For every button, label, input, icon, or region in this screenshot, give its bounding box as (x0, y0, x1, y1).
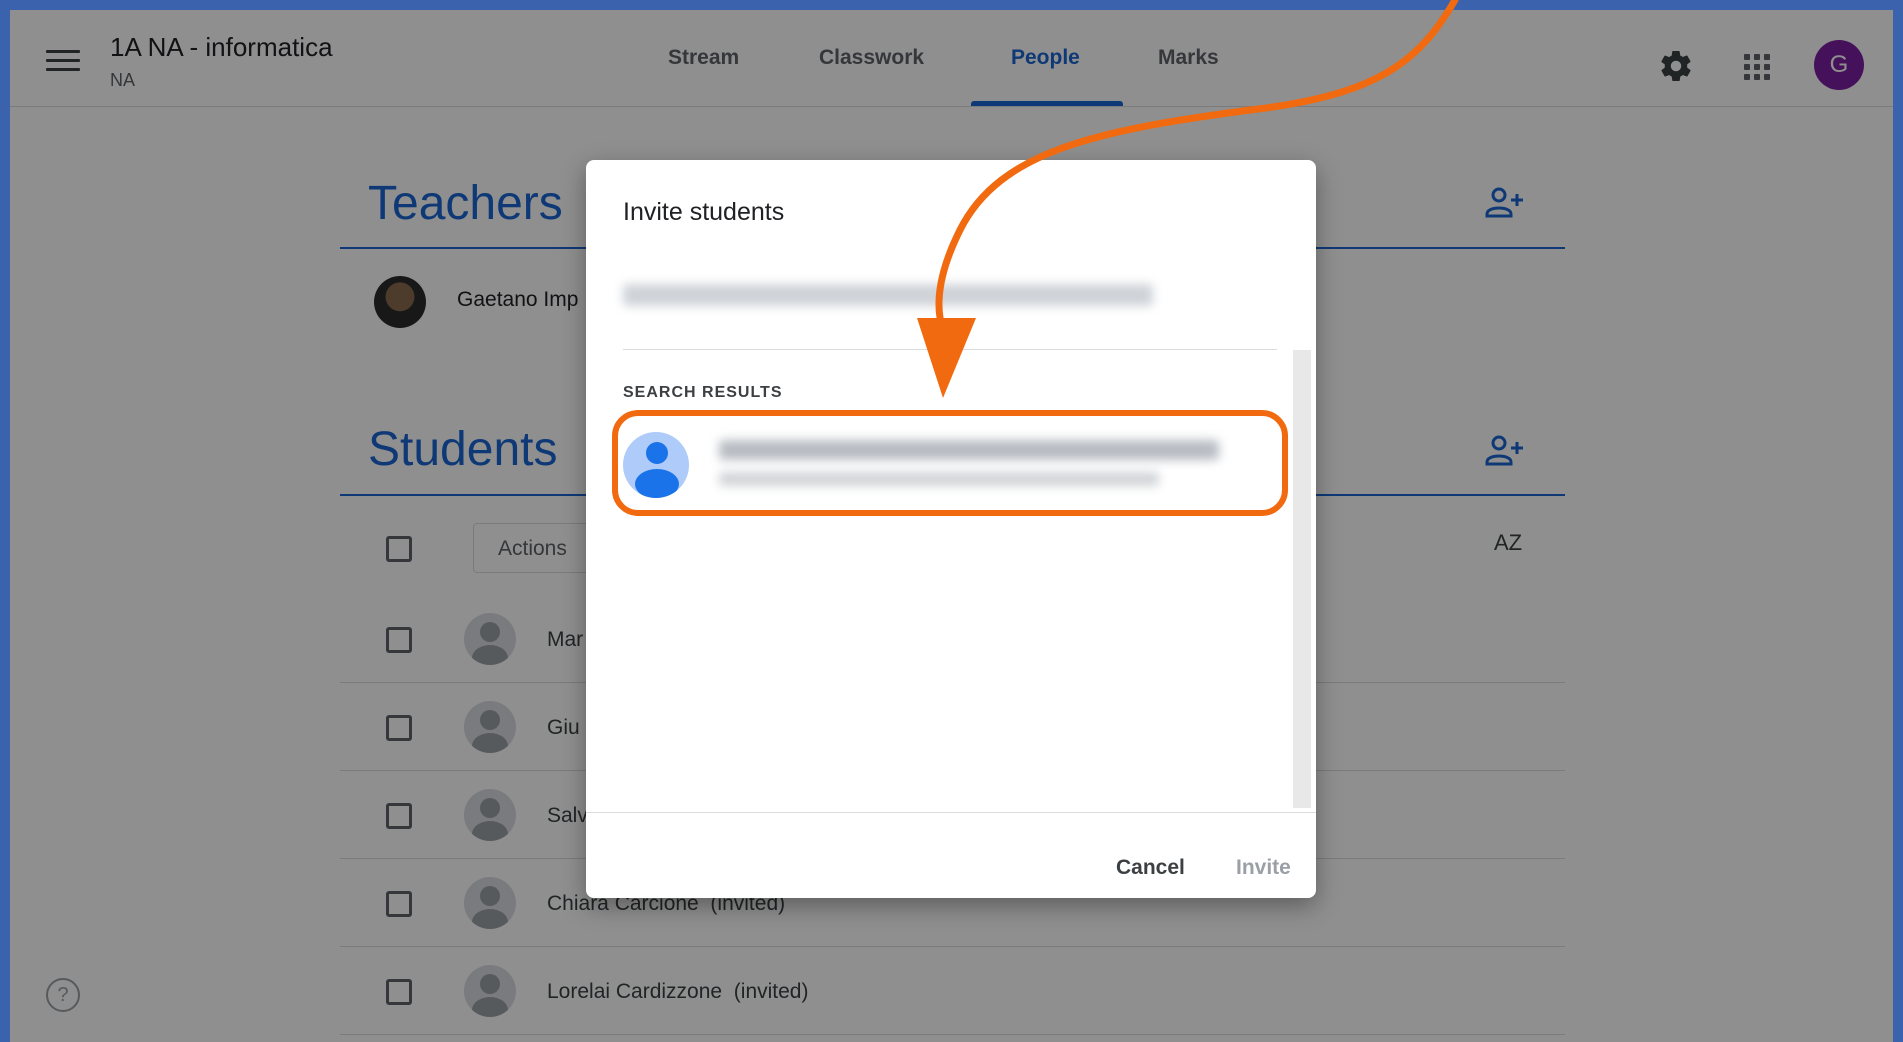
classroom-app: 1A NA - informatica NA Stream Classwork … (10, 10, 1893, 1042)
invite-button[interactable]: Invite (1236, 856, 1291, 880)
highlight-annotation (612, 410, 1288, 516)
email-search-input-redacted[interactable] (623, 284, 1153, 306)
input-underline (623, 349, 1277, 350)
cancel-button[interactable]: Cancel (1116, 856, 1185, 880)
screenshot-frame: 1A NA - informatica NA Stream Classwork … (0, 0, 1903, 1042)
dialog-title: Invite students (623, 198, 785, 226)
search-results-label: SEARCH RESULTS (623, 384, 783, 401)
invite-students-dialog: Invite students SEARCH RESULTS Cancel In… (586, 160, 1316, 898)
results-scrollbar[interactable] (1293, 350, 1311, 808)
dialog-footer-divider (586, 812, 1316, 813)
